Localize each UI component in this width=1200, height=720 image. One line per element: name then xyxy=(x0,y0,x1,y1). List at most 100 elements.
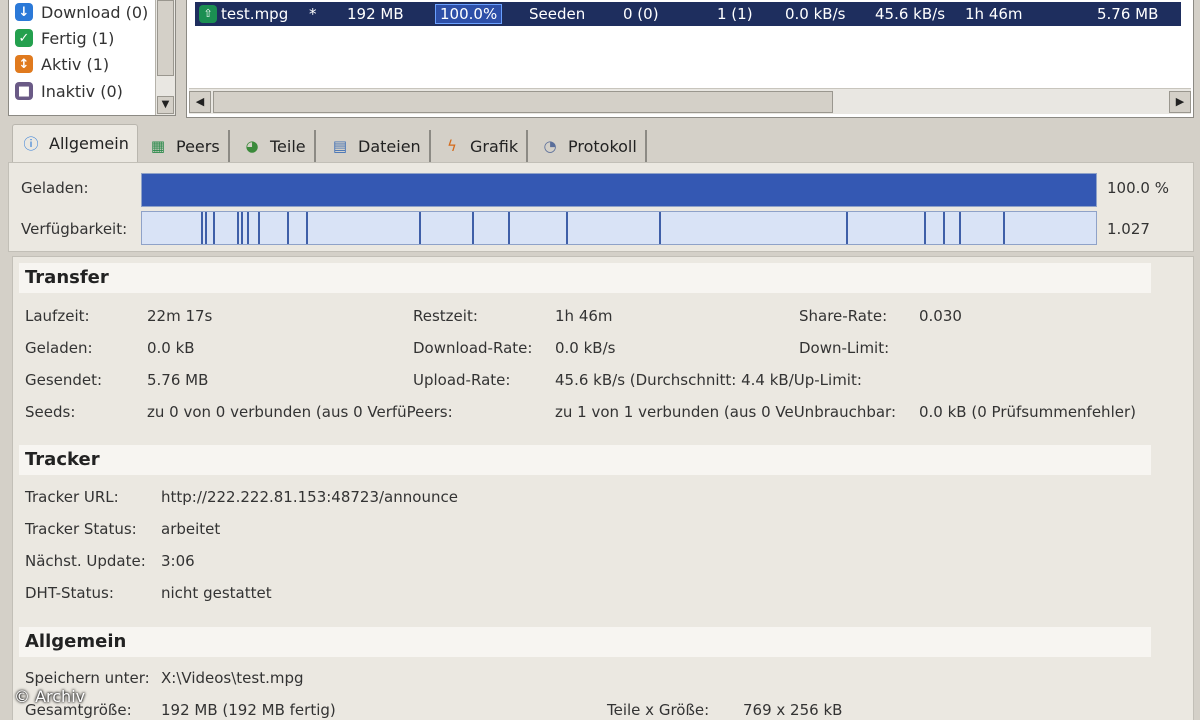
copyright-watermark: © Archiv xyxy=(14,687,86,706)
info-icon: ⓘ xyxy=(23,135,39,153)
download-rate-label: Download-Rate: xyxy=(413,339,533,357)
check-icon: ✓ xyxy=(15,29,33,47)
torrent-down-rate: 0.0 kB/s xyxy=(785,5,846,23)
horizontal-scrollbar[interactable]: ◀ ▶ xyxy=(189,88,1191,114)
section-transfer-heading: Transfer xyxy=(19,263,1151,293)
tab-protokoll[interactable]: ◔ Protokoll xyxy=(532,130,647,162)
torrent-list[interactable]: ⇧ test.mpg * 192 MB 100.0% Seeden 0 (0) … xyxy=(186,0,1194,118)
save-path-label: Speichern unter: xyxy=(25,669,150,687)
restzeit-label: Restzeit: xyxy=(413,307,478,325)
torrent-status: Seeden xyxy=(529,5,586,23)
availability-tick xyxy=(472,212,475,244)
peers-value: zu 1 von 1 verbunden (aus 0 VeUnbrauchba… xyxy=(555,403,897,421)
availability-tick xyxy=(258,212,261,244)
graph-icon: ϟ xyxy=(447,137,457,155)
availability-tick xyxy=(237,212,240,244)
seeds-label: Seeds: xyxy=(25,403,76,421)
tab-label: Peers xyxy=(176,136,220,156)
details-panel: Transfer Laufzeit: 22m 17s Restzeit: 1h … xyxy=(12,256,1194,720)
availability-label: Verfügbarkeit: xyxy=(21,220,128,238)
tab-dateien[interactable]: ▤ Dateien xyxy=(322,130,431,162)
upload-rate-label: Upload-Rate: xyxy=(413,371,511,389)
torrent-seeds: 0 (0) xyxy=(623,5,659,23)
availability-tick xyxy=(212,212,215,244)
pieces-value: 769 x 256 kB xyxy=(743,701,843,719)
scroll-down-icon[interactable]: ▼ xyxy=(157,96,174,114)
laufzeit-label: Laufzeit: xyxy=(25,307,90,325)
availability-tick xyxy=(846,212,849,244)
tab-grafik[interactable]: ϟ Grafik xyxy=(434,130,529,162)
category-list[interactable]: ↓ Download (0) ✓ Fertig (1) ↕ Aktiv (1) … xyxy=(8,0,176,116)
availability-tick xyxy=(924,212,927,244)
unbrauchbar-value: 0.0 kB (0 Prüfsummenfehler) xyxy=(919,403,1136,421)
category-scrollbar[interactable]: ▼ xyxy=(155,0,175,115)
section-general-heading: Allgemein xyxy=(19,627,1151,657)
category-fertig[interactable]: ✓ Fertig (1) xyxy=(15,26,114,50)
share-rate-value: 0.030 xyxy=(919,307,962,325)
torrent-star: * xyxy=(309,5,317,23)
tab-label: Protokoll xyxy=(568,136,637,156)
tracker-status-label: Tracker Status: xyxy=(25,520,137,538)
availability-tick xyxy=(204,212,207,244)
category-aktiv[interactable]: ↕ Aktiv (1) xyxy=(15,52,109,76)
torrent-progress: 100.0% xyxy=(435,4,503,24)
torrent-row[interactable]: ⇧ test.mpg * 192 MB 100.0% Seeden 0 (0) … xyxy=(195,2,1181,26)
category-label: Fertig (1) xyxy=(41,28,115,48)
section-tracker-heading: Tracker xyxy=(19,445,1151,475)
gesendet-label: Gesendet: xyxy=(25,371,103,389)
upload-rate-value: 45.6 kB/s (Durchschnitt: 4.4 kB/Up-Limit… xyxy=(555,371,862,389)
tracker-url-label: Tracker URL: xyxy=(25,488,119,506)
torrent-uploaded: 5.76 MB xyxy=(1097,5,1159,23)
share-rate-label: Share-Rate: xyxy=(799,307,888,325)
availability-tick xyxy=(287,212,289,244)
tracker-url-value: http://222.222.81.153:48723/announce xyxy=(161,488,458,506)
category-label: Download (0) xyxy=(41,2,149,22)
loaded-progress-fill xyxy=(142,174,1096,206)
category-inaktiv[interactable]: ■ Inaktiv (0) xyxy=(15,79,123,103)
availability-tick xyxy=(958,212,961,244)
geladen-value: 0.0 kB xyxy=(147,339,195,357)
next-update-label: Nächst. Update: xyxy=(25,552,146,570)
gesendet-value: 5.76 MB xyxy=(147,371,209,389)
loaded-progress-bar xyxy=(141,173,1097,207)
total-size-value: 192 MB (192 MB fertig) xyxy=(161,701,336,719)
scroll-right-icon[interactable]: ▶ xyxy=(1169,91,1191,113)
laufzeit-value: 22m 17s xyxy=(147,307,213,325)
tab-peers[interactable]: ▦ Peers xyxy=(140,130,230,162)
tab-label: Teile xyxy=(270,136,306,156)
availability-tick xyxy=(1002,212,1005,244)
progress-panel: Geladen: 100.0 % Verfügbarkeit: 1.027 xyxy=(8,162,1194,252)
availability-tick xyxy=(418,212,421,244)
peers-icon: ▦ xyxy=(150,137,166,155)
tab-allgemein[interactable]: ⓘ Allgemein xyxy=(12,124,138,162)
activity-icon: ↕ xyxy=(15,55,33,73)
loaded-value: 100.0 % xyxy=(1107,179,1169,197)
tab-label: Dateien xyxy=(358,136,421,156)
next-update-value: 3:06 xyxy=(161,552,195,570)
availability-tick xyxy=(306,212,309,244)
torrent-up-rate: 45.6 kB/s xyxy=(875,5,946,23)
torrent-size: 192 MB xyxy=(347,5,404,23)
seeds-value: zu 0 von 0 verbunden (aus 0 VerfüPeers: xyxy=(147,403,453,421)
availability-tick xyxy=(241,212,244,244)
availability-bar xyxy=(141,211,1097,245)
availability-tick xyxy=(246,212,249,244)
tab-label: Grafik xyxy=(470,136,519,156)
scroll-left-icon[interactable]: ◀ xyxy=(189,91,211,113)
scrollbar-thumb[interactable] xyxy=(157,0,174,76)
down-arrow-icon: ↓ xyxy=(15,3,33,21)
availability-tick xyxy=(508,212,511,244)
tracker-status-value: arbeitet xyxy=(161,520,221,538)
pieces-label: Teile x Größe: xyxy=(607,701,710,719)
tab-teile[interactable]: ◕ Teile xyxy=(234,130,316,162)
pause-icon: ■ xyxy=(15,82,33,100)
dht-status-label: DHT-Status: xyxy=(25,584,114,602)
scrollbar-thumb[interactable] xyxy=(213,91,833,113)
tab-label: Allgemein xyxy=(49,134,129,153)
category-download[interactable]: ↓ Download (0) xyxy=(15,0,148,24)
torrent-eta: 1h 46m xyxy=(965,5,1023,23)
dht-status-value: nicht gestattet xyxy=(161,584,272,602)
down-limit-label: Down-Limit: xyxy=(799,339,890,357)
torrent-peers: 1 (1) xyxy=(717,5,753,23)
category-label: Inaktiv (0) xyxy=(41,81,123,101)
